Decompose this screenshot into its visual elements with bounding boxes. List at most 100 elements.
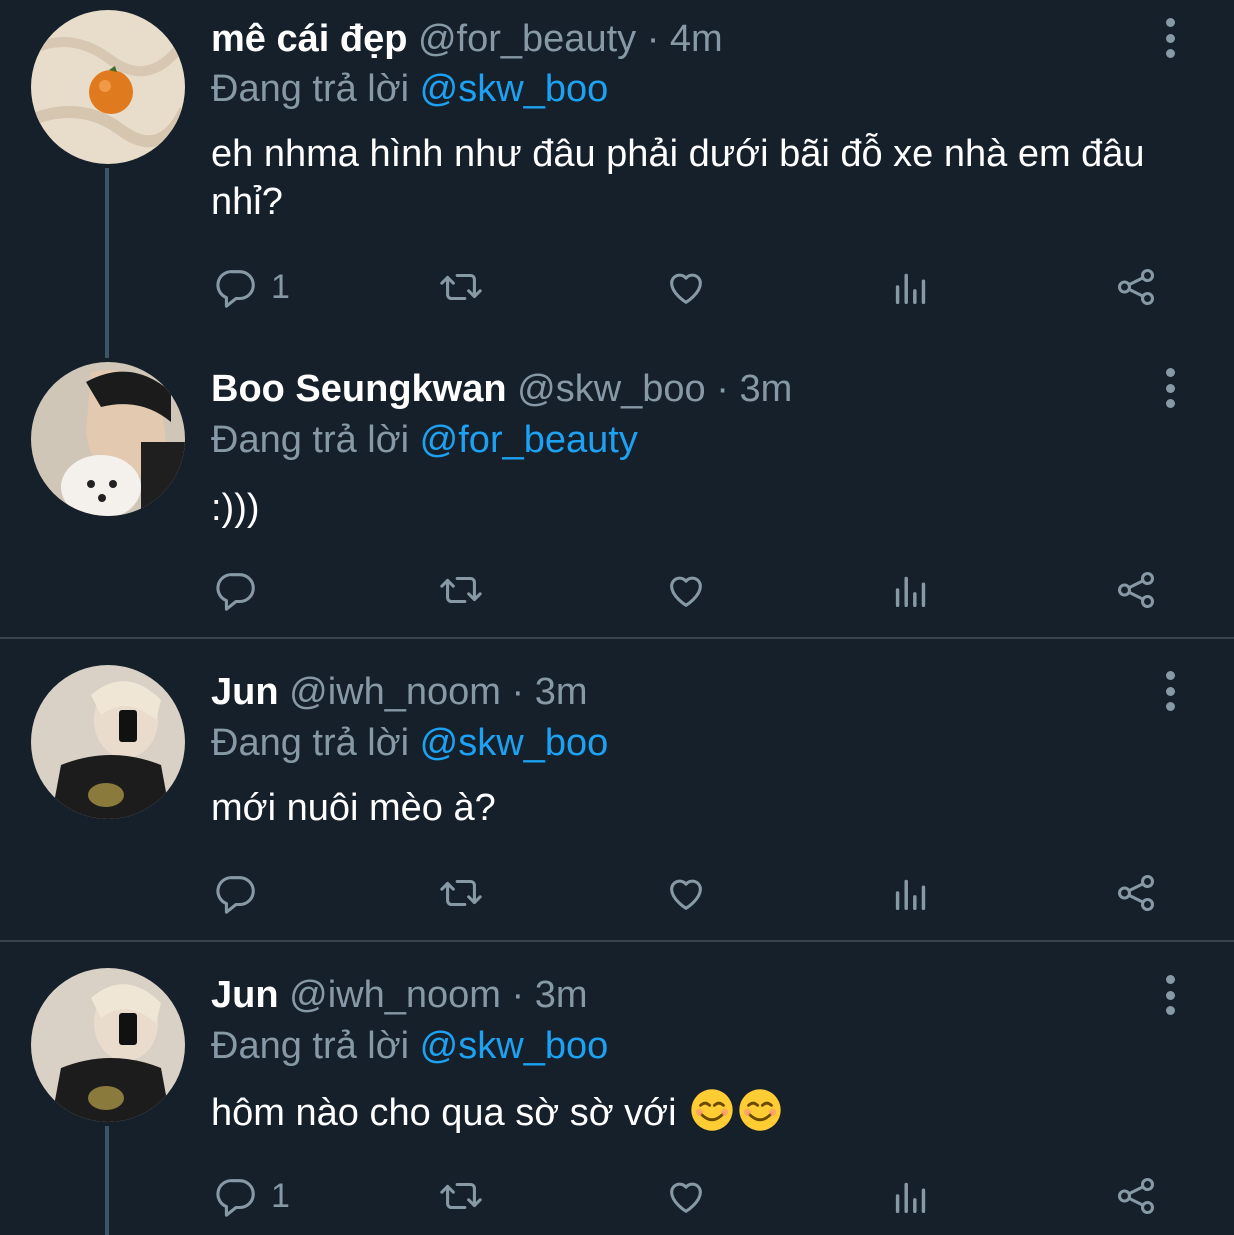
retweet-button[interactable]: [438, 262, 484, 312]
tweet-text-content: hôm nào cho qua sờ sờ với: [211, 1092, 677, 1134]
tweet-divider: [0, 940, 1234, 942]
reply-mention-link[interactable]: @for_beauty: [420, 419, 638, 461]
tweet-header: mê cái đẹp @for_beauty · 4m: [211, 16, 723, 62]
reply-prefix: Đang trả lời: [211, 722, 410, 764]
tweet-header: Jun @iwh_noom · 3m: [211, 972, 588, 1018]
timestamp[interactable]: 3m: [739, 368, 792, 410]
user-handle[interactable]: @iwh_noom: [289, 974, 501, 1016]
reply-count: 1: [271, 267, 290, 306]
mirror-selfie-avatar: [31, 665, 185, 819]
share-button[interactable]: [1113, 1171, 1159, 1221]
tweet-actions: [0, 565, 1234, 615]
reply-icon: [216, 1179, 255, 1217]
share-icon: [1117, 1177, 1155, 1215]
user-handle[interactable]: @skw_boo: [517, 368, 706, 410]
reply-context: Đang trả lời @skw_boo: [211, 66, 608, 112]
retweet-icon: [440, 879, 482, 907]
display-name[interactable]: Jun: [211, 671, 279, 713]
share-icon: [1117, 874, 1155, 912]
reply-prefix: Đang trả lời: [211, 1025, 410, 1067]
more-options-icon[interactable]: [1155, 975, 1185, 1015]
retweet-icon: [440, 273, 482, 301]
display-name[interactable]: Jun: [211, 974, 279, 1016]
like-button[interactable]: [663, 262, 709, 312]
avatar[interactable]: [31, 665, 185, 819]
smiling-face-icon: [691, 1089, 733, 1131]
reply-context: Đang trả lời @skw_boo: [211, 720, 608, 766]
analytics-icon: [895, 576, 926, 608]
tweet-divider: [0, 637, 1234, 639]
reply-icon: [216, 270, 255, 308]
retweet-button[interactable]: [438, 1171, 484, 1221]
tweet-actions: 1: [0, 262, 1234, 312]
analytics-icon: [895, 273, 926, 305]
reply-mention-link[interactable]: @skw_boo: [420, 1025, 609, 1067]
tweet-text: mới nuôi mèo à?: [211, 787, 496, 829]
like-icon: [670, 273, 702, 304]
more-options-icon[interactable]: [1155, 18, 1185, 58]
reply-icon: [216, 876, 255, 914]
reply-button[interactable]: [213, 868, 271, 918]
share-icon: [1117, 571, 1155, 609]
person-with-dog-avatar: [31, 362, 185, 516]
user-handle[interactable]: @for_beauty: [418, 18, 636, 60]
tweet-header: Jun @iwh_noom · 3m: [211, 669, 588, 715]
separator: ·: [511, 671, 525, 713]
like-button[interactable]: [663, 1171, 709, 1221]
orange-on-sheet-avatar: [31, 10, 185, 164]
like-icon: [670, 1182, 702, 1213]
display-name[interactable]: Boo Seungkwan: [211, 368, 507, 410]
share-icon: [1117, 268, 1155, 306]
reply-context: Đang trả lời @skw_boo: [211, 1023, 608, 1069]
retweet-icon: [440, 576, 482, 604]
reply-mention-link[interactable]: @skw_boo: [420, 68, 609, 110]
share-button[interactable]: [1113, 262, 1159, 312]
reply-button[interactable]: [213, 565, 271, 615]
tweet-header: Boo Seungkwan @skw_boo · 3m: [211, 366, 792, 412]
analytics-button[interactable]: [888, 262, 934, 312]
reply-prefix: Đang trả lời: [211, 419, 410, 461]
reply-context: Đang trả lời @for_beauty: [211, 417, 638, 463]
timestamp[interactable]: 4m: [670, 18, 723, 60]
mirror-selfie-avatar: [31, 968, 185, 1122]
retweet-button[interactable]: [438, 868, 484, 918]
display-name[interactable]: mê cái đẹp: [211, 18, 407, 60]
more-options-icon[interactable]: [1155, 671, 1185, 711]
share-button[interactable]: [1113, 868, 1159, 918]
reply-button[interactable]: 1: [213, 262, 290, 312]
tweet-actions: 1: [0, 1171, 1234, 1221]
retweet-button[interactable]: [438, 565, 484, 615]
tweet-actions: [0, 868, 1234, 918]
retweet-icon: [440, 1182, 482, 1210]
like-icon: [670, 576, 702, 607]
analytics-icon: [895, 1182, 926, 1214]
analytics-button[interactable]: [888, 868, 934, 918]
analytics-icon: [895, 879, 926, 911]
avatar[interactable]: [31, 968, 185, 1122]
like-button[interactable]: [663, 565, 709, 615]
user-handle[interactable]: @iwh_noom: [289, 671, 501, 713]
timestamp[interactable]: 3m: [535, 974, 588, 1016]
tweet-text: hôm nào cho qua sờ sờ với: [211, 1087, 1171, 1137]
reply-mention-link[interactable]: @skw_boo: [420, 722, 609, 764]
more-options-icon[interactable]: [1155, 368, 1185, 408]
avatar[interactable]: [31, 10, 185, 164]
analytics-button[interactable]: [888, 1171, 934, 1221]
separator: ·: [646, 18, 660, 60]
like-button[interactable]: [663, 868, 709, 918]
separator: ·: [716, 368, 729, 410]
separator: ·: [511, 974, 525, 1016]
tweet-text: eh nhma hình như đâu phải dưới bãi đỗ xe…: [211, 133, 1145, 223]
reply-icon: [216, 573, 255, 611]
reply-prefix: Đang trả lời: [211, 68, 410, 110]
smiling-face-icon: [739, 1089, 781, 1131]
analytics-button[interactable]: [888, 565, 934, 615]
reply-count: 1: [271, 1176, 290, 1215]
reply-button[interactable]: 1: [213, 1171, 290, 1221]
avatar[interactable]: [31, 362, 185, 516]
share-button[interactable]: [1113, 565, 1159, 615]
like-icon: [670, 879, 702, 910]
tweet-text: :))): [211, 487, 260, 529]
timestamp[interactable]: 3m: [535, 671, 588, 713]
smiling-face-emoji: [687, 1089, 783, 1134]
